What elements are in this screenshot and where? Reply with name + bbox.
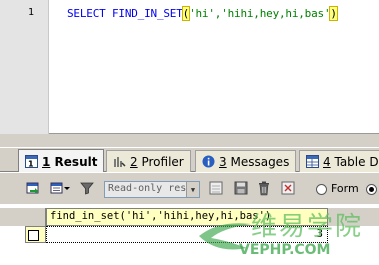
svg-text:1: 1: [28, 160, 34, 169]
refresh-icon[interactable]: [280, 180, 296, 196]
result-grid-icon: 1: [25, 155, 38, 168]
string-args: 'hi','hihi,hey,hi,bas': [189, 7, 331, 20]
grid-view-radio[interactable]: [366, 184, 377, 195]
tab-profiler[interactable]: 2 Profiler: [106, 150, 191, 172]
delete-icon[interactable]: [256, 180, 272, 196]
column-header[interactable]: find_in_set('hi','hihi,hey,hi,bas'): [46, 208, 328, 226]
result-mode-select[interactable]: Read-only res ▼: [104, 181, 200, 198]
pane-splitter[interactable]: [0, 134, 379, 148]
insert-row-icon[interactable]: [208, 180, 224, 196]
line-gutter: 1: [0, 0, 49, 134]
tab-result[interactable]: 1 1 Result: [18, 149, 105, 173]
table-icon: [306, 155, 319, 168]
form-view-radio[interactable]: [316, 184, 327, 195]
save-icon[interactable]: [233, 180, 249, 196]
tab-result-label: 1 Result: [42, 154, 98, 169]
close-paren: ): [329, 6, 338, 21]
result-tabs: 1 1 Result 2 Profiler 3 Messages 4 Table…: [0, 148, 379, 173]
tab-table-data-label: 4 Table D: [323, 154, 379, 169]
tab-messages-label: 3 Messages: [219, 154, 290, 169]
row-selector[interactable]: [25, 226, 46, 243]
info-icon: [202, 155, 215, 168]
table-row[interactable]: 3: [25, 226, 328, 243]
result-grid: find_in_set('hi','hihi,hey,hi,bas') 3: [0, 204, 379, 265]
keyword-find-in-set: FIND_IN_SET: [111, 7, 183, 20]
tab-table-data[interactable]: 4 Table D: [299, 150, 379, 172]
form-view-label: Form: [331, 182, 359, 195]
sql-editor[interactable]: 1 SELECT FIND_IN_SET('hi','hihi,hey,hi,b…: [0, 0, 379, 134]
result-mode-value: Read-only res: [108, 183, 187, 194]
keyword-select: SELECT: [67, 7, 106, 20]
grid-corner[interactable]: [25, 208, 46, 226]
chevron-down-icon[interactable]: ▼: [186, 182, 199, 197]
row-checkbox[interactable]: [28, 230, 39, 241]
dropdown-arrow-icon[interactable]: [63, 180, 71, 196]
export-icon[interactable]: [25, 180, 41, 196]
filter-icon[interactable]: [79, 180, 95, 196]
tab-messages[interactable]: 3 Messages: [195, 150, 297, 172]
sql-code-line[interactable]: SELECT FIND_IN_SET('hi','hihi,hey,hi,bas…: [67, 6, 338, 21]
profiler-icon: [114, 157, 126, 167]
result-toolbar: Read-only res ▼ Form: [0, 172, 379, 204]
table-cell[interactable]: 3: [46, 226, 328, 243]
tab-profiler-label: 2 Profiler: [130, 154, 184, 169]
line-number: 1: [28, 7, 35, 18]
